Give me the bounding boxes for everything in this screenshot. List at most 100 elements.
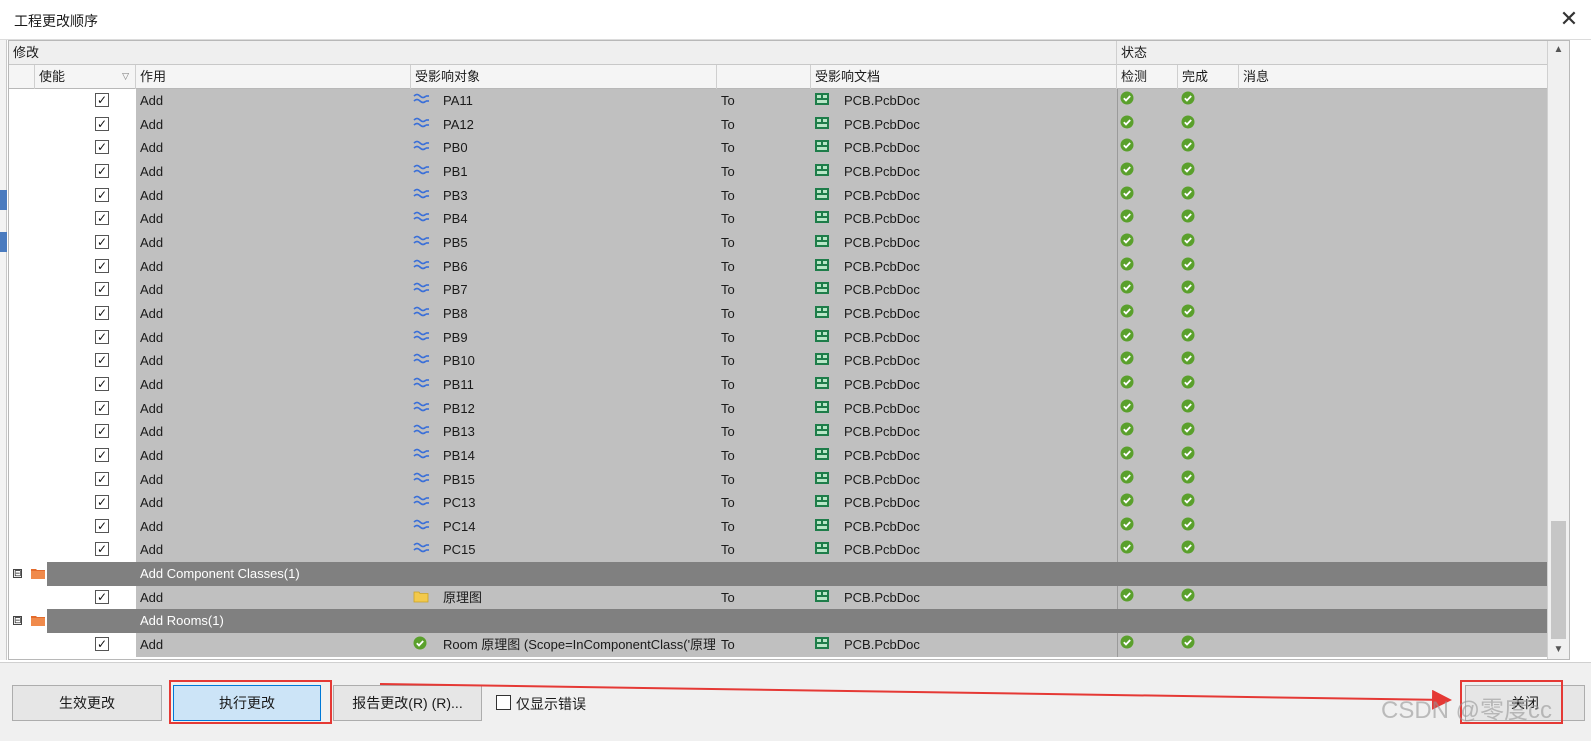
table-row[interactable]: ✓ Add PB0 To PCB.PcbDoc: [9, 136, 1549, 160]
enable-checkbox[interactable]: ✓: [95, 542, 109, 557]
pcb-doc-icon: [814, 518, 830, 532]
to-cell: To: [721, 140, 735, 156]
table-row[interactable]: ✓ Add PA12 To PCB.PcbDoc: [9, 112, 1549, 137]
enable-checkbox[interactable]: ✓: [95, 163, 109, 178]
done-ok-icon: [1181, 446, 1195, 460]
object-cell: PB3: [443, 187, 468, 203]
table-row[interactable]: ✓ Add 原理图 To PCB.PcbDoc: [9, 585, 1549, 610]
table-row[interactable]: ✓ Add PC15 To PCB.PcbDoc: [9, 538, 1549, 563]
net-icon: [413, 423, 429, 437]
enable-checkbox[interactable]: ✓: [95, 329, 109, 344]
table-row[interactable]: ✓ Add PB5 To PCB.PcbDoc: [9, 230, 1549, 255]
action-cell: Add: [140, 234, 164, 250]
vertical-scrollbar[interactable]: ▲ ▼: [1547, 41, 1569, 659]
header-object[interactable]: 受影响对象: [411, 65, 717, 89]
enable-checkbox[interactable]: ✓: [95, 376, 109, 391]
action-cell: Add: [140, 187, 164, 203]
close-icon[interactable]: ✕: [1555, 6, 1583, 34]
folder-icon: [413, 589, 429, 603]
pcb-doc-icon: [814, 589, 830, 603]
header-message[interactable]: 消息: [1239, 65, 1549, 89]
sort-icon: ▽: [122, 71, 129, 81]
to-cell: To: [721, 234, 735, 250]
enable-checkbox[interactable]: ✓: [95, 140, 109, 155]
group-row-component-classes[interactable]: ⊟ Add Component Classes(1): [9, 562, 1549, 586]
group-row-rooms[interactable]: ⊟ Add Rooms(1): [9, 609, 1549, 634]
enable-checkbox[interactable]: ✓: [95, 93, 109, 107]
pcb-doc-icon: [814, 187, 830, 201]
table-row[interactable]: ✓ Add PB6 To PCB.PcbDoc: [9, 254, 1549, 279]
enable-checkbox[interactable]: ✓: [95, 637, 109, 652]
table-row[interactable]: ✓ Add PB1 To PCB.PcbDoc: [9, 159, 1549, 184]
enable-checkbox[interactable]: ✓: [95, 400, 109, 415]
enable-checkbox[interactable]: ✓: [95, 234, 109, 249]
to-cell: To: [721, 258, 735, 274]
to-cell: To: [721, 305, 735, 321]
document-cell: PCB.PcbDoc: [844, 542, 920, 558]
enable-checkbox[interactable]: ✓: [95, 211, 109, 226]
table-row[interactable]: ✓ Add PB4 To PCB.PcbDoc: [9, 207, 1549, 231]
enable-checkbox[interactable]: ✓: [95, 282, 109, 297]
table-row[interactable]: ✓ Add PB11 To PCB.PcbDoc: [9, 372, 1549, 397]
action-cell: Add: [140, 424, 164, 440]
header-to[interactable]: [717, 65, 811, 89]
enable-checkbox[interactable]: ✓: [95, 471, 109, 486]
check-ok-icon: [1120, 280, 1134, 294]
header-check[interactable]: 检测: [1117, 65, 1178, 89]
document-cell: PCB.PcbDoc: [844, 258, 920, 274]
table-row[interactable]: ✓ Add PB8 To PCB.PcbDoc: [9, 301, 1549, 326]
table-row[interactable]: ✓ Add PA11 To PCB.PcbDoc: [9, 89, 1549, 113]
table-row[interactable]: ✓ Add PB13 To PCB.PcbDoc: [9, 420, 1549, 444]
to-cell: To: [721, 282, 735, 298]
collapse-icon[interactable]: ⊟: [13, 569, 22, 579]
enable-checkbox[interactable]: ✓: [95, 447, 109, 462]
collapse-icon[interactable]: ⊟: [13, 616, 22, 626]
scroll-down-icon[interactable]: ▼: [1548, 641, 1569, 659]
done-ok-icon: [1181, 588, 1195, 602]
pcb-doc-icon: [814, 471, 830, 485]
table-row[interactable]: ✓ Add PC14 To PCB.PcbDoc: [9, 514, 1549, 539]
document-cell: PCB.PcbDoc: [844, 234, 920, 250]
action-cell: Add: [140, 329, 164, 345]
table-row[interactable]: ✓ Add PB9 To PCB.PcbDoc: [9, 325, 1549, 350]
table-row[interactable]: ✓ Add PB14 To PCB.PcbDoc: [9, 443, 1549, 468]
header-done[interactable]: 完成: [1178, 65, 1239, 89]
action-cell: Add: [140, 447, 164, 463]
enable-checkbox[interactable]: ✓: [95, 353, 109, 368]
table-row[interactable]: ✓ Add PB15 To PCB.PcbDoc: [9, 467, 1549, 492]
table-row[interactable]: ✓ Add Room 原理图 (Scope=InComponentClass('原理…: [9, 633, 1549, 657]
document-cell: PCB.PcbDoc: [844, 376, 920, 392]
table-row[interactable]: ✓ Add PC13 To PCB.PcbDoc: [9, 491, 1549, 515]
table-row[interactable]: ✓ Add PB3 To PCB.PcbDoc: [9, 183, 1549, 208]
enable-checkbox[interactable]: ✓: [95, 305, 109, 320]
table-row[interactable]: ✓ Add PB7 To PCB.PcbDoc: [9, 278, 1549, 302]
enable-checkbox[interactable]: ✓: [95, 187, 109, 202]
enable-checkbox[interactable]: ✓: [95, 518, 109, 533]
action-cell: Add: [140, 495, 164, 511]
enable-checkbox[interactable]: ✓: [95, 116, 109, 131]
check-ok-icon: [1120, 375, 1134, 389]
background-selection-mark: [0, 232, 7, 252]
table-row[interactable]: ✓ Add PB12 To PCB.PcbDoc: [9, 396, 1549, 421]
action-cell: Add: [140, 637, 164, 653]
scroll-up-icon[interactable]: ▲: [1548, 41, 1569, 59]
enable-checkbox[interactable]: ✓: [95, 589, 109, 604]
document-cell: PCB.PcbDoc: [844, 140, 920, 156]
enable-checkbox[interactable]: ✓: [95, 495, 109, 510]
net-icon: [413, 163, 429, 177]
scroll-thumb[interactable]: [1551, 521, 1566, 639]
header-doc[interactable]: 受影响文档: [811, 65, 1117, 89]
object-cell: PB5: [443, 234, 468, 250]
net-icon: [413, 329, 429, 343]
enable-checkbox[interactable]: ✓: [95, 258, 109, 273]
header-enable[interactable]: 使能 ▽: [35, 65, 136, 89]
done-ok-icon: [1181, 186, 1195, 200]
object-cell: PB13: [443, 424, 475, 440]
net-icon: [413, 447, 429, 461]
header-action[interactable]: 作用: [136, 65, 411, 89]
check-ok-icon: [1120, 304, 1134, 318]
to-cell: To: [721, 93, 735, 108]
document-cell: PCB.PcbDoc: [844, 353, 920, 369]
table-row[interactable]: ✓ Add PB10 To PCB.PcbDoc: [9, 349, 1549, 373]
enable-checkbox[interactable]: ✓: [95, 424, 109, 439]
